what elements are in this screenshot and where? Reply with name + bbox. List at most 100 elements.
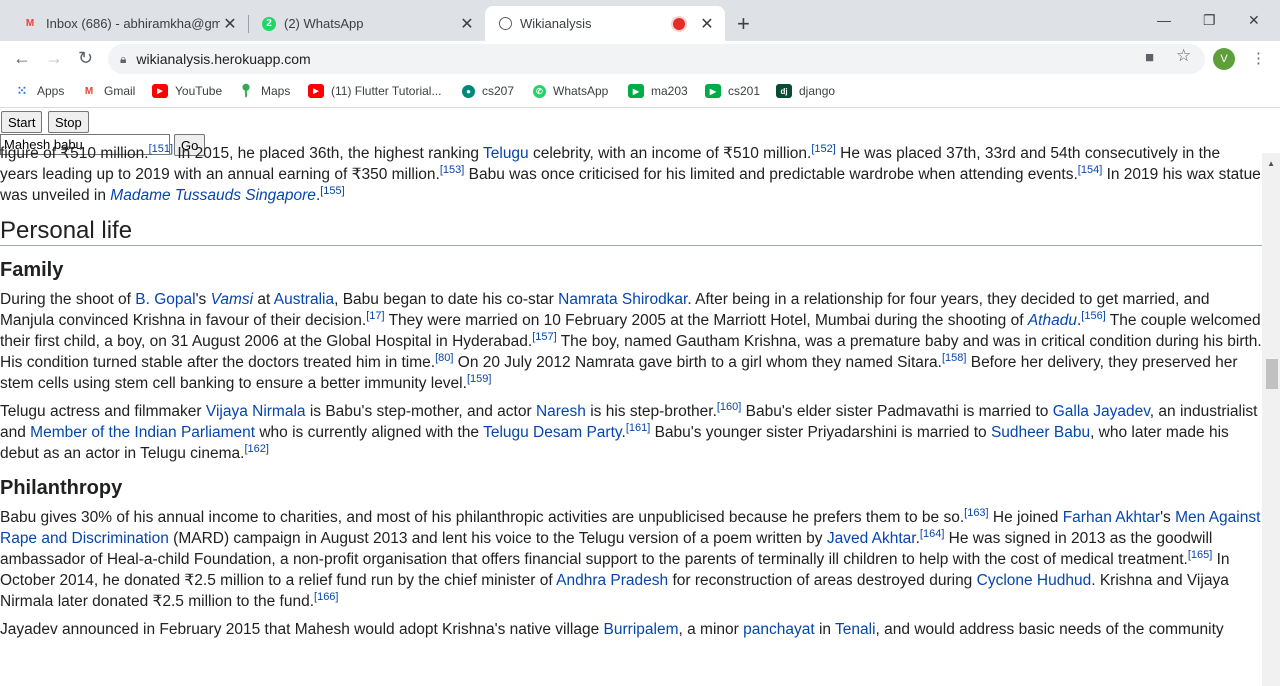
citation-link[interactable]: [155]	[320, 185, 344, 197]
subsection-heading-family: Family	[0, 259, 64, 281]
bookmark-label: django	[799, 84, 836, 98]
vertical-scrollbar[interactable]	[1262, 153, 1280, 686]
bookmark-label: Gmail	[104, 84, 136, 98]
bookmark-whatsapp[interactable]: ✆ WhatsApp	[533, 84, 608, 98]
citation-link[interactable]: [162]	[244, 443, 268, 455]
bookmark-cs207[interactable]: ● cs207	[462, 84, 514, 98]
citation-link[interactable]: [160]	[717, 401, 741, 413]
close-tab-icon[interactable]: ✕	[457, 14, 477, 34]
paragraph-family-1: During the shoot of B. Gopal's Vamsi at …	[0, 291, 1262, 392]
lock-icon: 🔒︎	[120, 51, 127, 66]
navigation-bar: ← → ↻ 🔒︎ wikianalysis.herokuapp.com ■ ☆ …	[0, 41, 1280, 77]
restore-icon[interactable]: ❐	[1203, 12, 1216, 29]
close-tab-icon[interactable]: ✕	[220, 14, 240, 34]
link-javed-akhtar[interactable]: Javed Akhtar	[827, 530, 916, 547]
minimize-icon[interactable]: —	[1157, 12, 1171, 28]
tab-strip: M Inbox (686) - abhiramkha@gmail.com ✕ 2…	[0, 6, 1280, 41]
chat-icon: ●	[462, 84, 475, 98]
whatsapp-icon: 2	[262, 16, 276, 31]
link-telugu[interactable]: Telugu	[483, 145, 529, 162]
bookmark-label: YouTube	[175, 84, 223, 98]
apps-grid-icon: ⁙	[16, 83, 28, 98]
tab-wikianalysis[interactable]: Wikianalysis ✕	[485, 6, 725, 41]
camera-icon[interactable]: ■	[1145, 49, 1154, 66]
youtube-icon: ▶	[308, 84, 324, 98]
scroll-up-arrow-icon[interactable]: ▲	[1267, 159, 1275, 168]
link-naresh[interactable]: Naresh	[536, 403, 586, 420]
citation-link[interactable]: [163]	[964, 507, 988, 519]
link-sudheer-babu[interactable]: Sudheer Babu	[991, 424, 1090, 441]
menu-kebab-icon[interactable]: ⋮	[1251, 49, 1266, 67]
link-farhan-akhtar[interactable]: Farhan Akhtar	[1063, 509, 1160, 526]
close-window-icon[interactable]: ✕	[1248, 12, 1260, 29]
stop-button[interactable]: Stop	[48, 111, 89, 133]
page-viewport: Start Stop Go figure of ₹510 million.[15…	[0, 109, 1280, 686]
bookmark-cs201[interactable]: ▶ cs201	[705, 84, 760, 98]
citation-link[interactable]: [161]	[626, 422, 650, 434]
scrollbar-thumb[interactable]	[1266, 359, 1278, 389]
citation-link[interactable]: [166]	[314, 591, 338, 603]
reload-icon[interactable]: ↻	[78, 48, 93, 69]
back-arrow-icon[interactable]: ←	[13, 48, 31, 69]
django-icon: dj	[776, 84, 792, 98]
start-button[interactable]: Start	[1, 111, 43, 133]
link-australia[interactable]: Australia	[274, 291, 334, 308]
link-telugu-desam-party[interactable]: Telugu Desam Party	[483, 424, 621, 441]
bookmark-label: (11) Flutter Tutorial...	[331, 84, 442, 98]
article-content: figure of ₹510 million.[151] In 2015, he…	[0, 143, 1262, 647]
link-burripalem[interactable]: Burripalem	[604, 621, 679, 638]
tab-whatsapp[interactable]: 2 (2) WhatsApp ✕	[248, 6, 485, 41]
bookmark-maps[interactable]: 📍︎ Maps	[238, 83, 291, 98]
address-bar[interactable]: 🔒︎ wikianalysis.herokuapp.com	[108, 44, 1205, 74]
link-cyclone-hudhud[interactable]: Cyclone Hudhud	[977, 572, 1092, 589]
citation-link[interactable]: [153]	[440, 164, 464, 176]
link-b-gopal[interactable]: B. Gopal	[135, 291, 195, 308]
link-namrata-shirodkar[interactable]: Namrata Shirodkar	[558, 291, 687, 308]
bookmark-ma203[interactable]: ▶ ma203	[628, 84, 688, 98]
citation-link[interactable]: [164]	[920, 528, 944, 540]
bookmark-apps[interactable]: ⁙ Apps	[14, 83, 65, 98]
citation-link[interactable]: [80]	[435, 352, 453, 364]
bookmark-django[interactable]: dj django	[776, 84, 835, 98]
link-madame-tussauds[interactable]: Madame Tussauds Singapore	[110, 187, 316, 204]
citation-link[interactable]: [151]	[149, 143, 173, 155]
section-heading-personal-life: Personal life	[0, 219, 1262, 246]
citation-link[interactable]: [165]	[1188, 549, 1212, 561]
meet-icon: ▶	[705, 84, 721, 98]
meet-icon: ▶	[628, 84, 644, 98]
bookmarks-bar: ⁙ Apps M Gmail ▶ YouTube 📍︎ Maps ▶ (11) …	[0, 77, 1280, 108]
citation-link[interactable]: [158]	[942, 352, 966, 364]
bookmark-label: ma203	[651, 84, 688, 98]
paragraph-earnings: figure of ₹510 million.[151] In 2015, he…	[0, 142, 1261, 204]
bookmark-youtube[interactable]: ▶ YouTube	[152, 84, 222, 98]
link-panchayat[interactable]: panchayat	[743, 621, 815, 638]
link-vamsi[interactable]: Vamsi	[211, 291, 254, 308]
link-member-of-parliament[interactable]: Member of the Indian Parliament	[30, 424, 255, 441]
gmail-icon: M	[25, 18, 35, 29]
forward-arrow-icon[interactable]: →	[45, 48, 63, 69]
citation-link[interactable]: [152]	[811, 143, 835, 155]
bookmark-label: WhatsApp	[553, 84, 609, 98]
citation-link[interactable]: [157]	[532, 331, 556, 343]
link-galla-jayadev[interactable]: Galla Jayadev	[1053, 403, 1150, 420]
citation-link[interactable]: [154]	[1078, 164, 1102, 176]
avatar[interactable]: V	[1213, 48, 1235, 70]
citation-link[interactable]: [17]	[366, 310, 384, 322]
citation-link[interactable]: [156]	[1081, 310, 1105, 322]
link-vijaya-nirmala[interactable]: Vijaya Nirmala	[206, 403, 306, 420]
citation-link[interactable]: [159]	[467, 373, 491, 385]
bookmark-label: cs201	[728, 84, 761, 98]
bookmark-gmail[interactable]: M Gmail	[81, 84, 136, 98]
link-athadu[interactable]: Athadu	[1028, 312, 1077, 329]
link-andhra-pradesh[interactable]: Andhra Pradesh	[556, 572, 668, 589]
close-tab-icon[interactable]: ✕	[697, 14, 717, 34]
bookmark-flutter-tutorial[interactable]: ▶ (11) Flutter Tutorial...	[308, 84, 441, 98]
bookmark-star-icon[interactable]: ☆	[1176, 46, 1191, 66]
gmail-icon: M	[84, 85, 94, 97]
tab-gmail[interactable]: M Inbox (686) - abhiramkha@gmail.com ✕	[8, 6, 248, 41]
new-tab-button[interactable]: +	[737, 11, 750, 37]
tab-title: Wikianalysis	[520, 16, 592, 31]
bookmark-label: Maps	[261, 84, 291, 98]
link-tenali[interactable]: Tenali	[835, 621, 876, 638]
paragraph-philanthropy-2: Jayadev announced in February 2015 that …	[0, 621, 1224, 638]
